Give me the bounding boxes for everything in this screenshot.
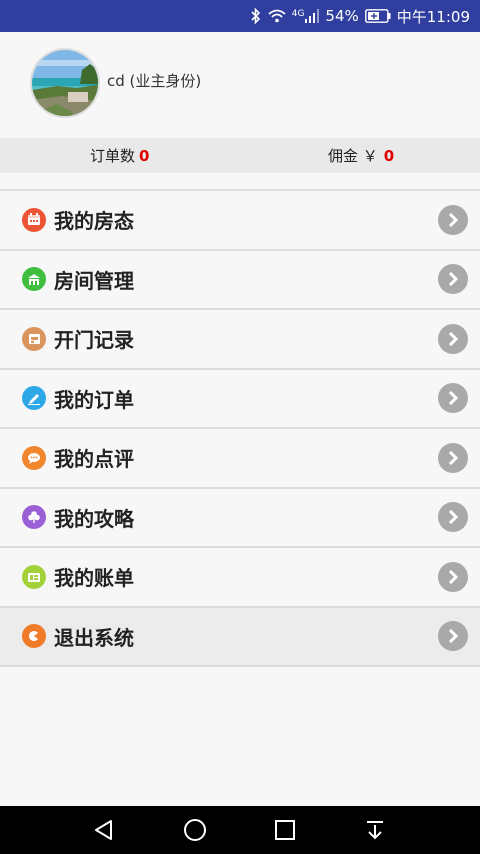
- chevron-right-icon: [438, 264, 468, 295]
- menu-item-label: 开门记录: [54, 328, 134, 353]
- menu-item-label: 我的攻略: [54, 506, 134, 531]
- avatar[interactable]: [30, 48, 100, 118]
- menu-item-label: 房间管理: [54, 268, 134, 293]
- chevron-right-icon: [438, 621, 468, 652]
- back-icon[interactable]: [74, 806, 134, 854]
- battery-percent: 54%: [325, 7, 359, 25]
- menu-item-my-bills[interactable]: 我的账单: [0, 548, 480, 608]
- menu-item-my-guides[interactable]: 我的攻略: [0, 488, 480, 548]
- commission-value: 0: [383, 146, 395, 165]
- chevron-right-icon: [438, 561, 468, 592]
- pen-icon: [22, 386, 46, 411]
- bluetooth-icon: [250, 8, 262, 24]
- menu-item-label: 我的房态: [54, 209, 134, 234]
- comment-icon: [22, 445, 46, 470]
- clover-icon: [22, 505, 46, 530]
- menu-item-label: 我的订单: [54, 387, 134, 412]
- menu-item-room-management[interactable]: 房间管理: [0, 250, 480, 310]
- menu-down-icon[interactable]: [345, 806, 405, 854]
- menu-item-my-orders[interactable]: 我的订单: [0, 369, 480, 429]
- system-nav-bar: [0, 806, 480, 854]
- menu-item-label: 我的账单: [54, 566, 134, 591]
- clock: 中午11:09: [396, 7, 470, 26]
- network-type: 4G: [291, 9, 305, 19]
- stats-bar: 订单数 0 佣金 ￥ 0: [0, 138, 480, 173]
- bill-icon: [22, 564, 46, 589]
- menu-item-logout[interactable]: 退出系统: [0, 607, 480, 667]
- home-icon: [22, 267, 46, 292]
- door-icon: [22, 326, 46, 351]
- commission: 佣金 ￥ 0: [328, 138, 394, 173]
- calendar-icon: [22, 207, 46, 232]
- chevron-right-icon: [438, 383, 468, 414]
- order-count-value: 0: [139, 146, 150, 165]
- signal-icon: 4G: [292, 9, 320, 23]
- chevron-right-icon: [438, 323, 468, 354]
- username: cd (业主身份): [107, 72, 202, 90]
- order-count-label: 订单数: [90, 147, 136, 165]
- logout-icon: [22, 624, 46, 649]
- wifi-icon: [268, 9, 286, 23]
- chevron-right-icon: [438, 204, 468, 235]
- order-count: 订单数 0: [90, 138, 149, 173]
- profile-header: cd (业主身份): [0, 32, 480, 138]
- main-menu: 我的房态 房间管理 开门记录 我的订单 我的点评 我的攻略 我的账单 退出系统: [0, 189, 480, 667]
- recents-icon[interactable]: [255, 806, 315, 854]
- status-bar: 4G 54% 中午11:09: [0, 0, 480, 32]
- menu-item-label: 退出系统: [54, 625, 134, 650]
- menu-item-my-reviews[interactable]: 我的点评: [0, 429, 480, 489]
- commission-label: 佣金 ￥: [328, 147, 378, 165]
- chevron-right-icon: [438, 442, 468, 473]
- menu-item-door-records[interactable]: 开门记录: [0, 310, 480, 370]
- chevron-right-icon: [438, 502, 468, 533]
- home-circle-icon[interactable]: [165, 806, 225, 854]
- menu-item-room-status[interactable]: 我的房态: [0, 191, 480, 251]
- battery-icon: [364, 9, 391, 23]
- menu-item-label: 我的点评: [54, 447, 134, 472]
- status-icons: 4G 54% 中午11:09: [250, 0, 470, 32]
